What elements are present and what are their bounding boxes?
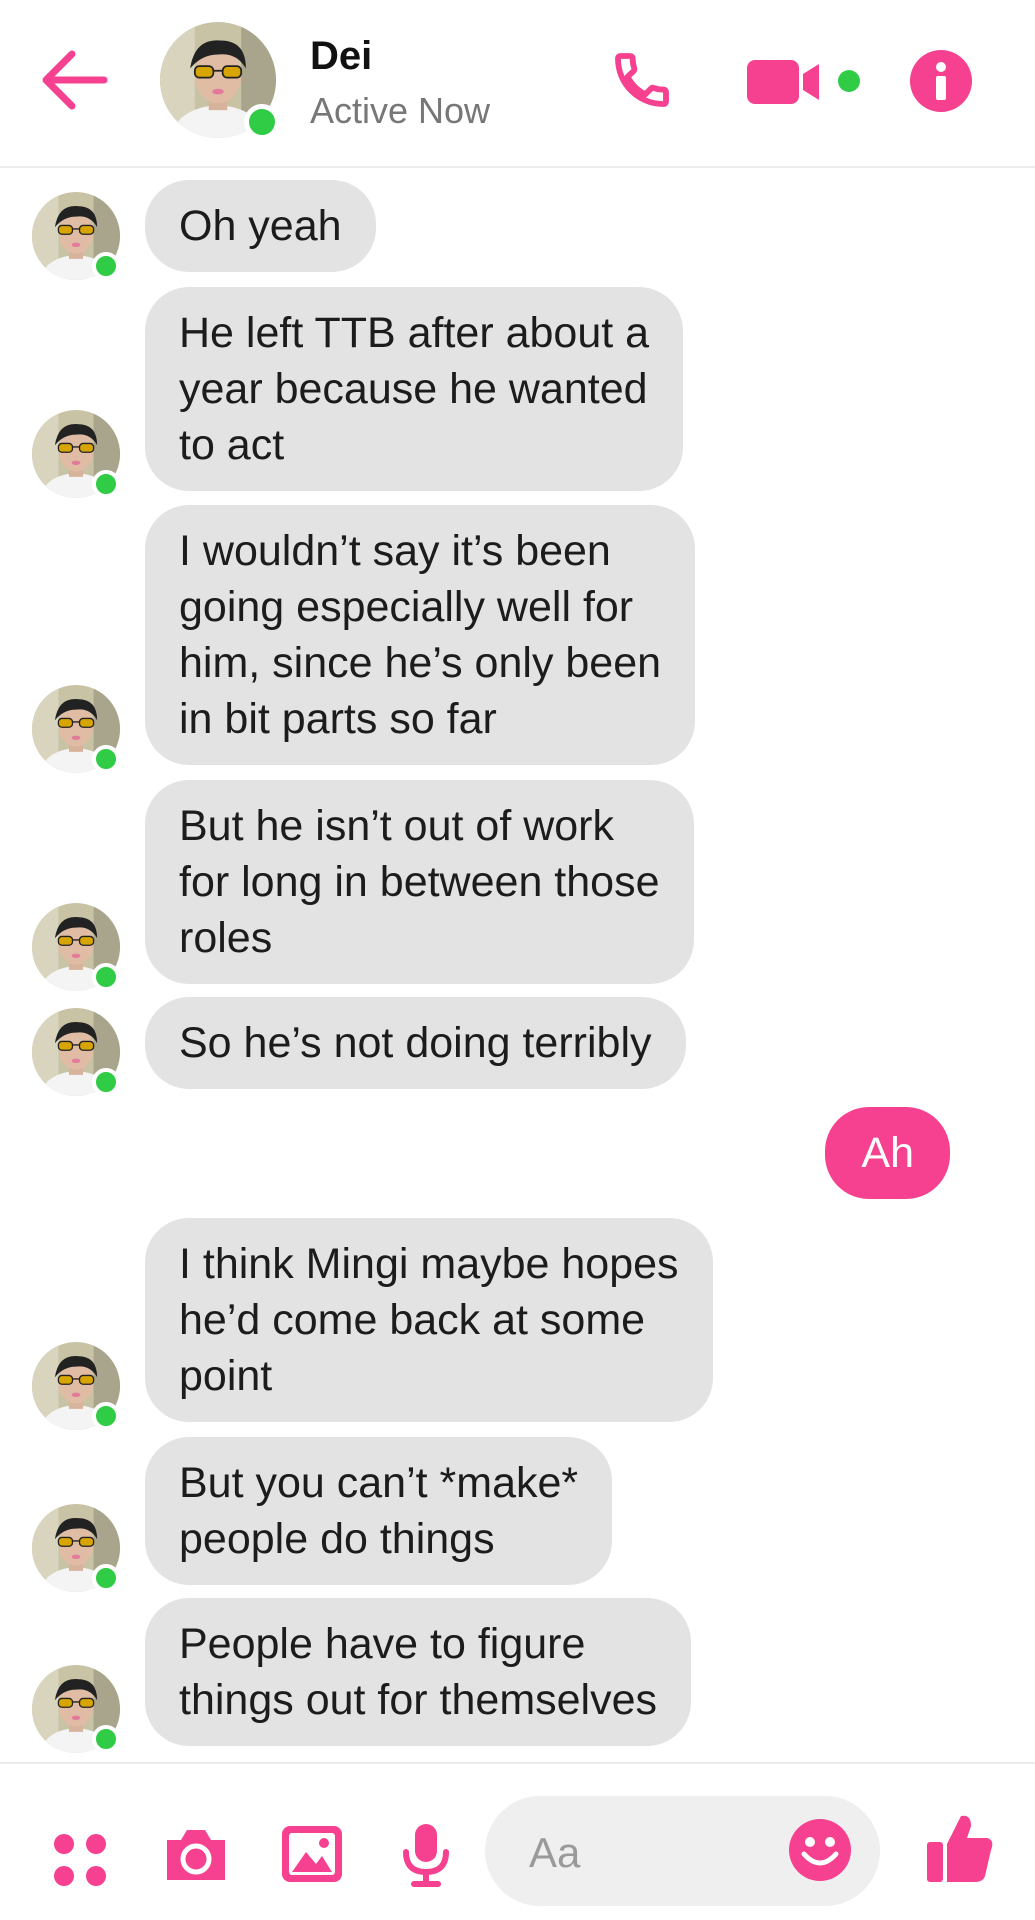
arrow-left-icon xyxy=(42,50,108,110)
thumbs-up-icon xyxy=(927,1815,993,1882)
message-composer xyxy=(0,1762,1035,1920)
conversation-header: Dei Active Now xyxy=(0,0,1035,168)
phone-icon xyxy=(615,53,669,107)
image-icon xyxy=(282,1826,342,1882)
online-status-dot xyxy=(92,1725,120,1753)
incoming-message-bubble[interactable]: I think Mingi maybe hopes he’d come back… xyxy=(145,1218,713,1422)
apps-button[interactable] xyxy=(52,1832,108,1893)
online-status-dot xyxy=(92,745,120,773)
active-status-text: Active Now xyxy=(310,90,491,131)
info-button[interactable] xyxy=(910,50,972,112)
message-input[interactable] xyxy=(527,1824,761,1882)
camera-icon xyxy=(167,1830,225,1880)
online-status-dot xyxy=(92,252,120,280)
contact-name[interactable]: Dei xyxy=(310,34,372,79)
outgoing-message-bubble[interactable]: Ah xyxy=(825,1107,950,1199)
gallery-button[interactable] xyxy=(280,1824,344,1889)
video-active-dot xyxy=(838,70,860,92)
incoming-message-bubble[interactable]: I wouldn’t say it’s been going especiall… xyxy=(145,505,696,765)
online-status-dot xyxy=(92,1068,120,1096)
microphone-icon xyxy=(403,1824,449,1887)
apps-grid-icon xyxy=(54,1834,106,1886)
back-button[interactable] xyxy=(40,48,112,112)
online-status-dot xyxy=(92,1564,120,1592)
message-thread[interactable]: Oh yeah He left TTB after about a year b… xyxy=(0,170,1035,1760)
incoming-message-bubble[interactable]: So he’s not doing terribly xyxy=(145,997,686,1089)
emoji-button[interactable] xyxy=(788,1818,852,1882)
camera-button[interactable] xyxy=(163,1826,229,1889)
incoming-message-bubble[interactable]: People have to figure things out for the… xyxy=(145,1598,692,1746)
incoming-message-bubble[interactable]: He left TTB after about a year because h… xyxy=(145,287,684,491)
online-status-dot xyxy=(92,1402,120,1430)
video-call-button[interactable] xyxy=(745,58,825,106)
online-status-dot xyxy=(92,963,120,991)
message-input-field[interactable] xyxy=(485,1796,880,1906)
incoming-message-bubble[interactable]: But you can’t *make* people do things xyxy=(145,1437,613,1585)
voice-call-button[interactable] xyxy=(610,48,674,112)
online-status-dot xyxy=(92,470,120,498)
info-icon xyxy=(910,50,972,112)
incoming-message-bubble[interactable]: Oh yeah xyxy=(145,180,376,272)
like-button[interactable] xyxy=(925,1812,995,1889)
online-status-dot xyxy=(244,104,280,140)
voice-record-button[interactable] xyxy=(402,1822,450,1893)
video-camera-icon xyxy=(747,60,819,104)
incoming-message-bubble[interactable]: But he isn’t out of work for long in bet… xyxy=(145,780,694,984)
smiley-icon xyxy=(789,1819,851,1881)
